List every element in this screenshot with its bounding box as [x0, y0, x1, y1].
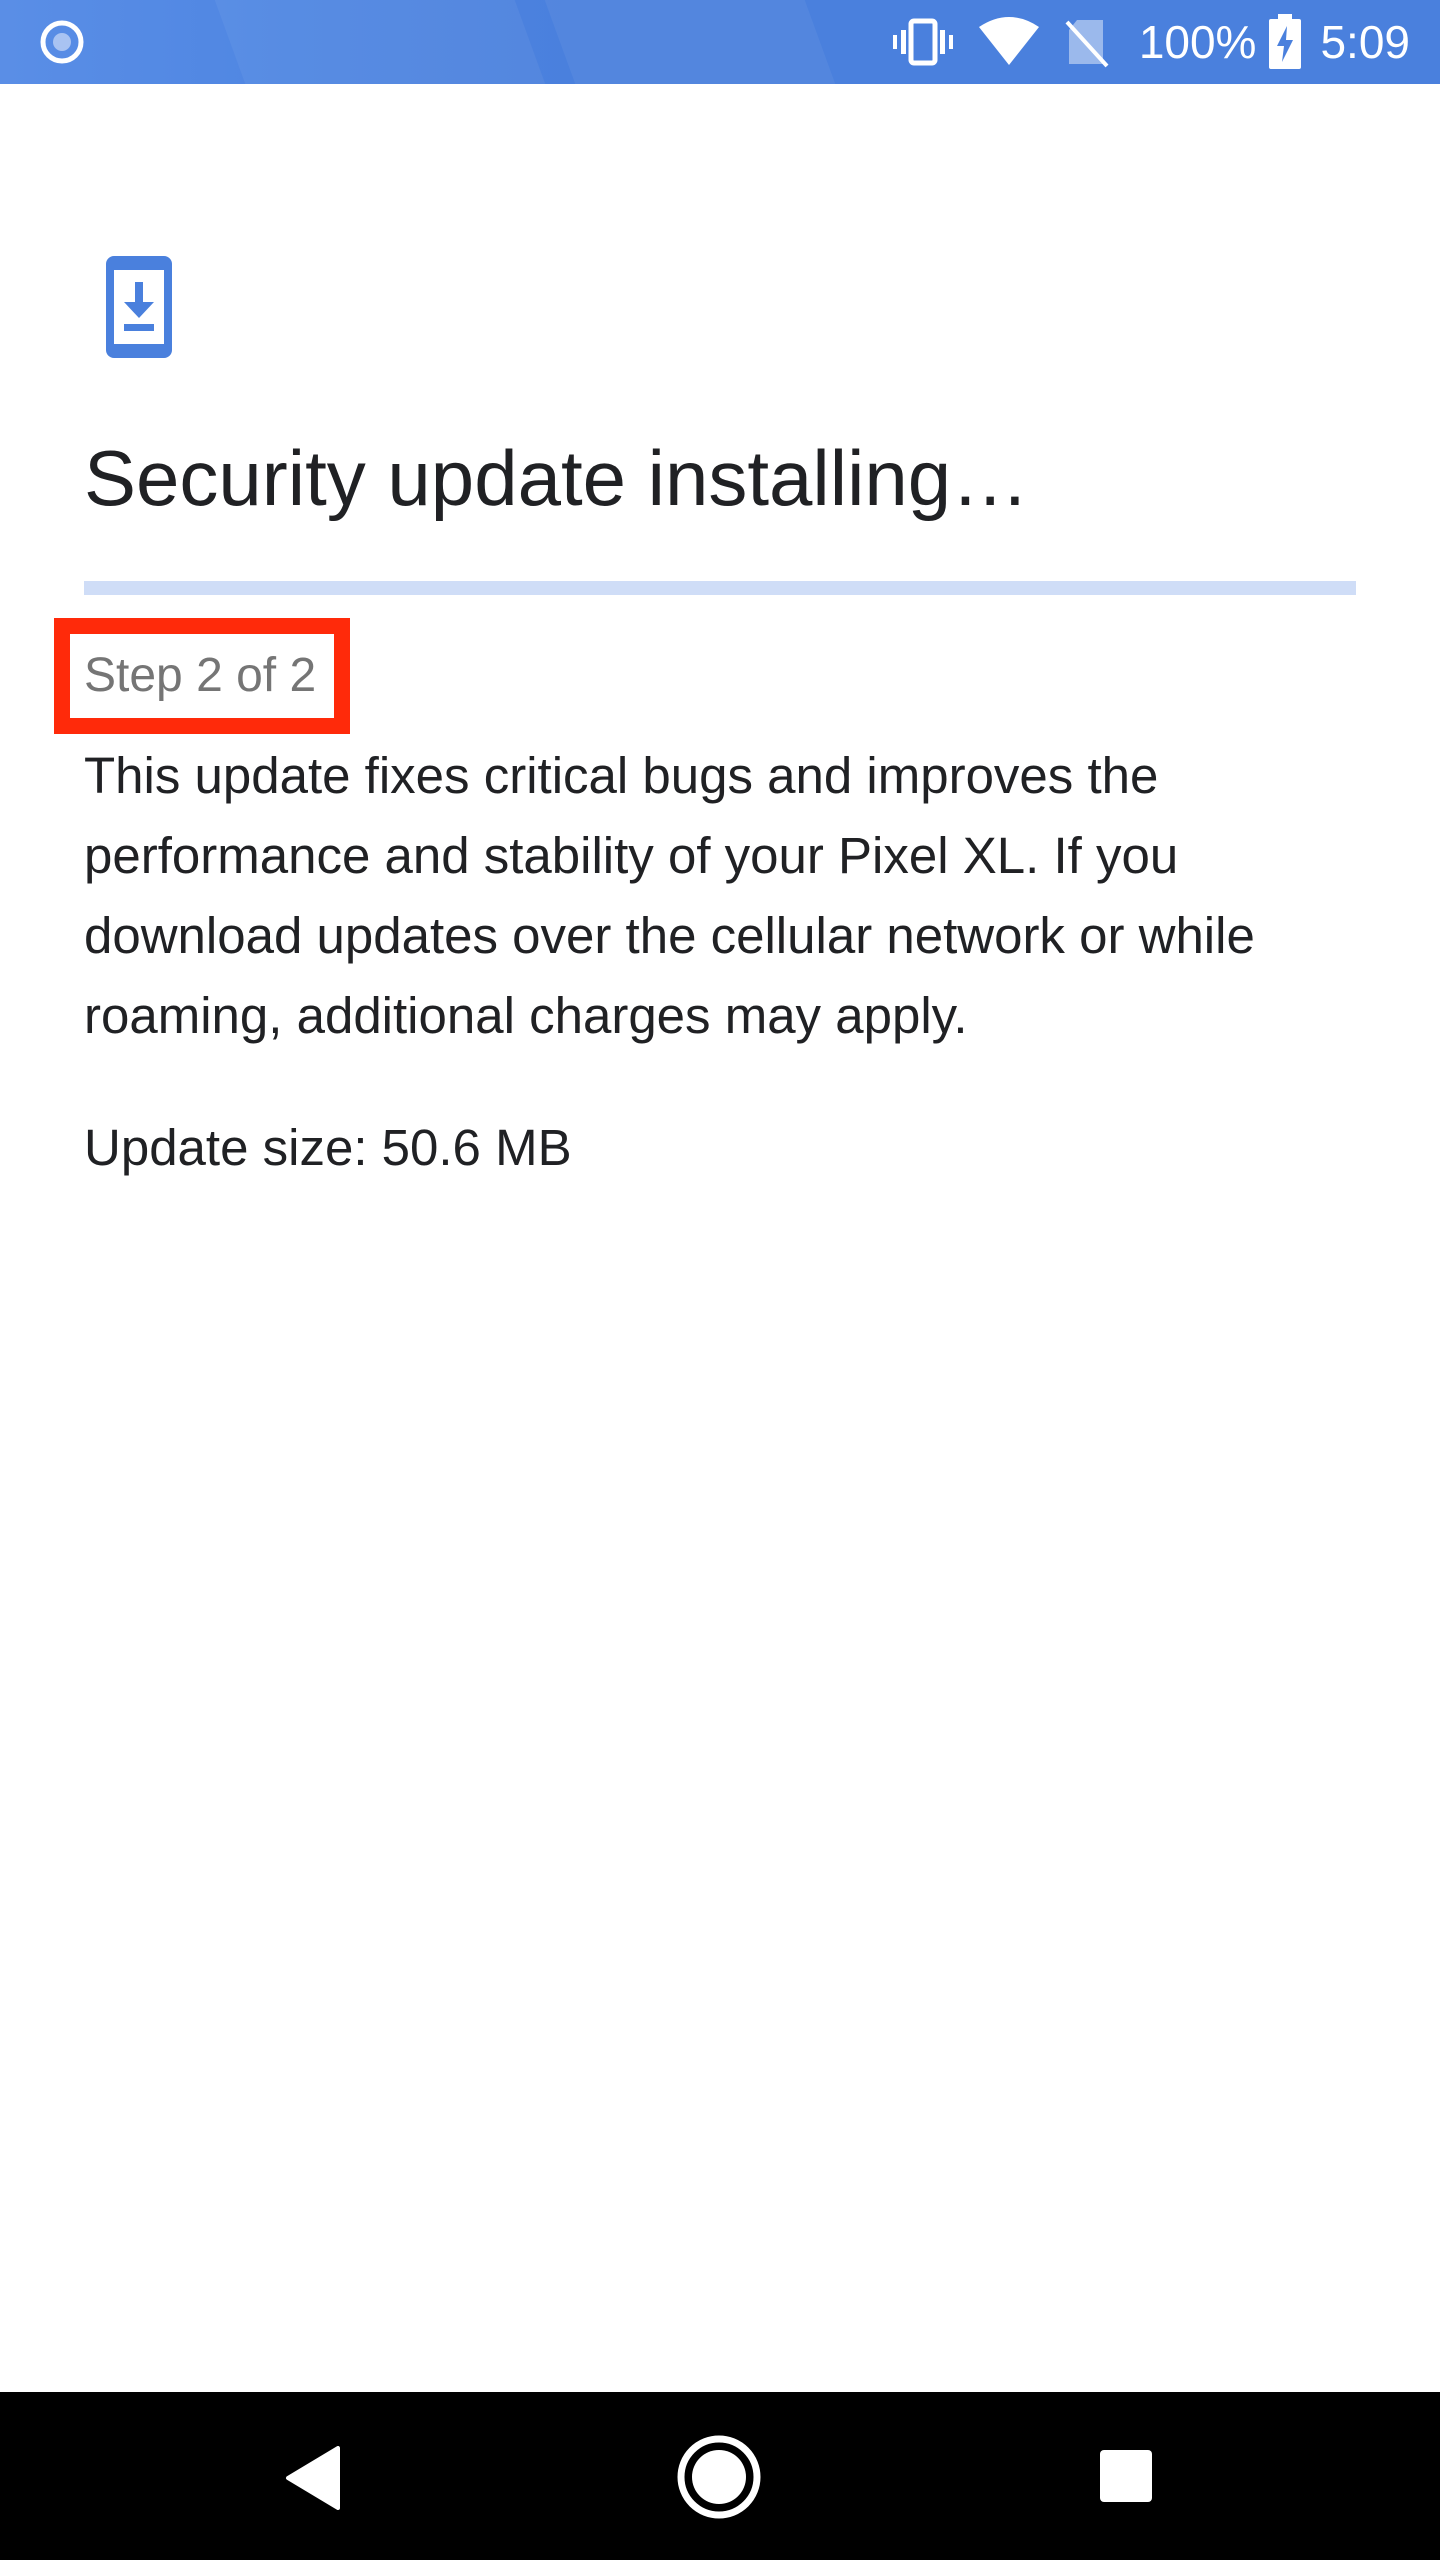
update-size: Update size: 50.6 MB [84, 1119, 572, 1176]
system-update-screen: 100% 5:09 Security update installing… St… [0, 0, 1440, 2560]
step-indicator: Step 2 of 2 [84, 649, 317, 702]
navigation-bar [0, 2392, 1440, 2560]
status-bar-shade [544, 0, 836, 84]
wifi-icon [978, 17, 1039, 65]
page-title: Security update installing… [84, 434, 1030, 522]
home-icon[interactable] [674, 2432, 764, 2522]
assistant-circle-icon [40, 20, 84, 64]
status-bar: 100% 5:09 [0, 0, 1440, 84]
progress-bar [84, 581, 1356, 595]
battery-percentage: 100% [1138, 16, 1257, 68]
status-icons: 100% 5:09 [891, 0, 1410, 84]
back-icon[interactable] [284, 2446, 344, 2510]
clock: 5:09 [1320, 16, 1410, 68]
vibrate-icon [892, 18, 953, 66]
recents-icon[interactable] [1098, 2448, 1154, 2504]
system-update-download-icon [106, 256, 172, 358]
update-description: This update fixes critical bugs and impr… [84, 747, 1255, 1044]
no-sim-icon [1065, 20, 1109, 68]
battery-charging-icon [1269, 14, 1302, 69]
status-bar-shade [214, 0, 546, 84]
